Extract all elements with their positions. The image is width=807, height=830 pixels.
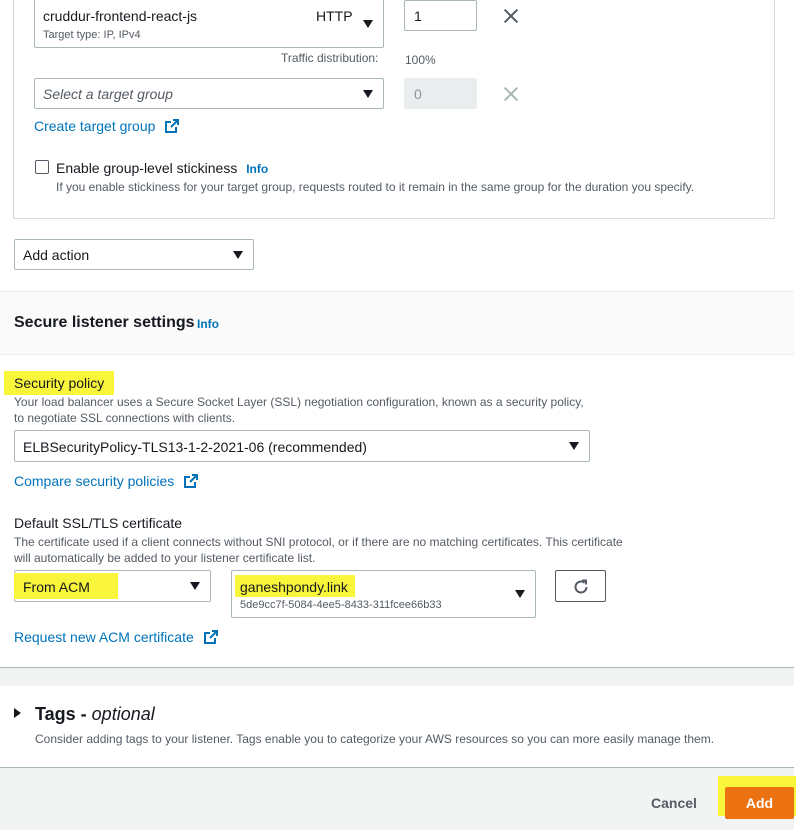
target-group-protocol: HTTP	[316, 8, 353, 24]
stickiness-info-link[interactable]: Info	[246, 162, 268, 176]
external-link-icon	[184, 474, 199, 488]
stickiness-description: If you enable stickiness for your target…	[56, 180, 695, 194]
secure-listener-title: Secure listener settings	[14, 314, 195, 331]
chevron-down-icon	[569, 442, 579, 450]
security-policy-value: ELBSecurityPolicy-TLS13-1-2-2021-06 (rec…	[23, 439, 367, 455]
external-link-icon	[165, 119, 180, 133]
add-action-select[interactable]: Add action	[14, 239, 254, 270]
remove-target-group-icon-1[interactable]	[503, 8, 519, 24]
weight-input-2[interactable]: 0	[404, 78, 477, 109]
tags-expander[interactable]: Tags - optional	[35, 704, 155, 725]
traffic-distribution-label: Traffic distribution:	[281, 51, 379, 65]
chevron-down-icon	[190, 582, 200, 590]
listener-routing-panel: cruddur-frontend-react-js Target type: I…	[0, 0, 794, 291]
forward-action-card: cruddur-frontend-react-js Target type: I…	[13, 0, 775, 219]
caret-right-icon[interactable]	[14, 708, 21, 718]
security-policy-select[interactable]: ELBSecurityPolicy-TLS13-1-2-2021-06 (rec…	[14, 430, 590, 462]
certificate-id: 5de9cc7f-5084-4ee5-8433-311fcee66b33	[240, 599, 442, 611]
weight-input-1[interactable]: 1	[404, 0, 477, 31]
tags-description: Consider adding tags to your listener. T…	[35, 732, 715, 746]
remove-target-group-icon-2[interactable]	[503, 86, 519, 102]
secure-listener-info-link[interactable]: Info	[197, 317, 219, 331]
target-group-select-2[interactable]: Select a target group	[34, 78, 384, 109]
certificate-description-2: will automatically be added to your list…	[14, 551, 316, 565]
stickiness-label: Enable group-level stickiness	[56, 160, 238, 176]
target-group-subtext: Target type: IP, IPv4	[43, 29, 141, 41]
compare-security-policies-label: Compare security policies	[14, 473, 175, 489]
chevron-down-icon	[363, 90, 373, 98]
target-group-name: cruddur-frontend-react-js	[43, 8, 198, 24]
chevron-down-icon	[233, 251, 243, 259]
stickiness-label-row: Enable group-level stickiness Info	[56, 160, 268, 176]
add-button[interactable]: Add	[725, 787, 794, 819]
certificate-label: Default SSL/TLS certificate	[14, 515, 183, 531]
external-link-icon	[203, 630, 218, 644]
security-policy-label: Security policy	[14, 375, 105, 391]
tags-panel: Tags - optional Consider adding tags to …	[0, 686, 794, 768]
create-target-group-label: Create target group	[34, 118, 156, 134]
secure-listener-body: Security policy Your load balancer uses …	[0, 355, 794, 668]
certificate-select[interactable]: ganeshpondy.link 5de9cc7f-5084-4ee5-8433…	[231, 570, 536, 618]
page-edge	[794, 0, 807, 830]
target-group-select-1[interactable]: cruddur-frontend-react-js Target type: I…	[34, 0, 384, 48]
request-acm-certificate-link[interactable]: Request new ACM certificate	[14, 629, 218, 645]
create-target-group-link[interactable]: Create target group	[34, 118, 180, 134]
secure-listener-header: Secure listener settings Info	[0, 291, 794, 355]
tags-optional: optional	[91, 704, 155, 724]
traffic-distribution-value: 100%	[405, 53, 436, 67]
chevron-down-icon	[363, 20, 373, 28]
security-policy-description-1: Your load balancer uses a Secure Socket …	[14, 395, 584, 409]
add-action-label: Add action	[23, 247, 90, 263]
certificate-name: ganeshpondy.link	[240, 579, 348, 595]
refresh-certificates-button[interactable]	[555, 570, 606, 602]
request-acm-certificate-label: Request new ACM certificate	[14, 629, 194, 645]
certificate-source-value: From ACM	[23, 579, 90, 595]
stickiness-checkbox[interactable]	[35, 160, 49, 174]
refresh-icon	[574, 579, 588, 594]
chevron-down-icon	[515, 590, 525, 598]
tags-title: Tags -	[35, 704, 92, 724]
compare-security-policies-link[interactable]: Compare security policies	[14, 473, 199, 489]
certificate-description-1: The certificate used if a client connect…	[14, 535, 623, 549]
target-group-placeholder: Select a target group	[43, 86, 173, 102]
cancel-button[interactable]: Cancel	[651, 795, 697, 811]
security-policy-description-2: to negotiate SSL connections with client…	[14, 411, 236, 425]
certificate-source-select[interactable]: From ACM	[14, 570, 211, 602]
